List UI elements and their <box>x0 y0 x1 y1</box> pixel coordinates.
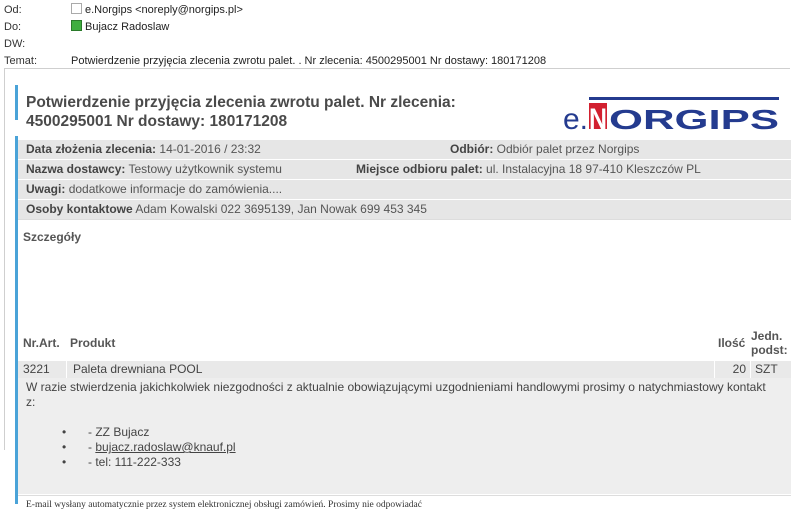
order-date-label: Data złożenia zlecenia: <box>26 142 157 156</box>
supplier-label: Nazwa dostawcy: <box>26 162 126 176</box>
row-qty: 20 <box>714 361 750 378</box>
from-row: Od: e.Norgips <noreply@norgips.pl> <box>4 2 243 18</box>
note-text: W razie stwierdzenia jakichkolwiek niezg… <box>26 380 766 409</box>
contact-list: • - ZZ Bujacz • - bujacz.radoslaw@knauf.pl… <box>62 425 236 470</box>
supplier-row: Nazwa dostawcy: Testowy użytkownik syste… <box>18 159 791 179</box>
presence-status-icon <box>71 20 82 31</box>
col-qty-header: Ilość <box>718 336 746 350</box>
place-label: Miejsce odbioru palet: <box>356 162 483 176</box>
pickup-value: Odbiór palet przez Norgips <box>496 142 640 156</box>
to-name[interactable]: Bujacz Radoslaw <box>85 21 169 33</box>
row-unit: SZT <box>750 361 778 378</box>
footer-disclaimer: E-mail wysłany automatycznie przez syste… <box>18 495 791 515</box>
cc-label: DW: <box>4 38 26 50</box>
contact-item-name: • - ZZ Bujacz <box>62 425 150 439</box>
contact-checkbox-icon <box>71 3 82 14</box>
col-unit-header: Jedn. podst: <box>751 329 788 357</box>
col-unit-line1: Jedn. <box>751 329 783 343</box>
from-value[interactable]: e.Norgips <noreply@norgips.pl> <box>71 2 243 18</box>
notification-card: Potwierdzenie przyjęcia zlecenia zwrotu … <box>15 85 791 515</box>
subject-value: Potwierdzenie przyjęcia zlecenia zwrotu … <box>71 55 547 67</box>
contacts-label: Osoby kontaktowe <box>26 202 133 216</box>
contacts-value: Adam Kowalski 022 3695139, Jan Nowak 699… <box>135 202 427 216</box>
table-header: Nr.Art. Produkt Ilość Jedn. podst: <box>18 254 791 360</box>
pickup-label: Odbiór: <box>450 142 494 156</box>
order-date-value: 14-01-2016 / 23:32 <box>159 142 261 156</box>
table-row: 3221 Paleta drewniana POOL 20 SZT <box>18 361 791 378</box>
subject-label: Temat: <box>4 55 38 67</box>
col-nr-header: Nr.Art. <box>23 336 60 350</box>
place-value: ul. Instalacyjna 18 97-410 Kleszczów PL <box>486 162 701 176</box>
bullet-icon: • <box>62 425 67 439</box>
to-label: Do: <box>4 21 22 33</box>
from-address[interactable]: e.Norgips <noreply@norgips.pl> <box>85 4 243 16</box>
notes-value: dodatkowe informacje do zamówienia.... <box>68 182 283 196</box>
bullet-icon: • <box>62 455 67 469</box>
svg-text:N: N <box>589 103 607 135</box>
contact-item-email: • - bujacz.radoslaw@knauf.pl <box>62 440 236 454</box>
email-header: Od: e.Norgips <noreply@norgips.pl> Do: B… <box>0 0 792 68</box>
logo-prefix: e. <box>563 103 588 135</box>
from-label: Od: <box>4 4 22 16</box>
bullet-icon: • <box>62 440 67 454</box>
card-title: Potwierdzenie przyjęcia zlecenia zwrotu … <box>26 94 456 130</box>
footer-text: E-mail wysłany automatycznie przez syste… <box>26 500 422 510</box>
order-date-row: Data złożenia zlecenia: 14-01-2016 / 23:… <box>18 139 791 159</box>
row-nr: 3221 <box>23 362 50 376</box>
subject-row: Temat: Potwierdzenie przyjęcia zlecenia … <box>4 53 546 69</box>
accent-bar-top <box>15 85 18 120</box>
row-product: Paleta drewniana POOL <box>66 361 202 378</box>
col-product-header: Produkt <box>70 336 116 350</box>
section-title: Szczegóły <box>23 230 82 244</box>
col-unit-line2: podst: <box>751 343 788 357</box>
message-body[interactable]: Potwierdzenie przyjęcia zlecenia zwrotu … <box>4 68 791 515</box>
contact-note: W razie stwierdzenia jakichkolwiek niezg… <box>18 378 791 494</box>
logo-top-line <box>589 97 779 100</box>
notes-row: Uwagi: dodatkowe informacje do zamówieni… <box>18 179 791 199</box>
supplier-value: Testowy użytkownik systemu <box>128 162 282 176</box>
to-value[interactable]: Bujacz Radoslaw <box>71 19 169 35</box>
cc-row: DW: <box>4 36 66 52</box>
svg-text:ORGIPS: ORGIPS <box>609 104 779 135</box>
contact-item-phone: • - tel: 111-222-333 <box>62 455 181 469</box>
contacts-row: Osoby kontaktowe Adam Kowalski 022 36951… <box>18 199 791 219</box>
notes-label: Uwagi: <box>26 182 66 196</box>
norgips-logo: e. N ORGIPS <box>563 97 779 135</box>
email-link[interactable]: bujacz.radoslaw@knauf.pl <box>95 440 235 454</box>
details-section: Szczegóły <box>18 219 791 255</box>
to-row: Do: Bujacz Radoslaw <box>4 19 169 35</box>
